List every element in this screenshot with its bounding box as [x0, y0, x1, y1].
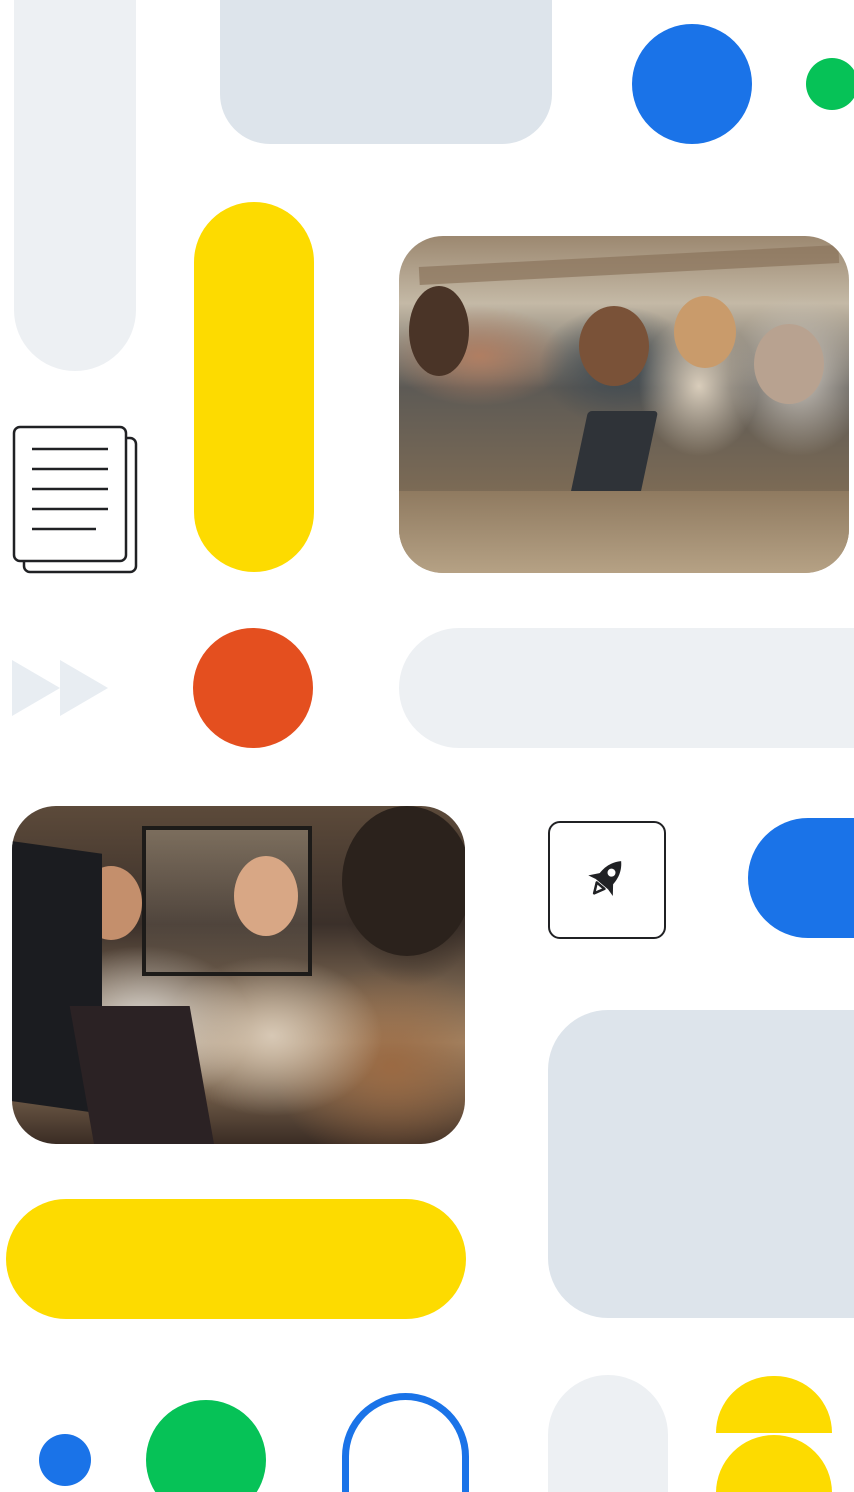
photo-ceiling-beam	[418, 245, 840, 285]
team-collaborating-photo	[399, 236, 849, 573]
yellow-half-circle-top	[716, 1376, 832, 1433]
photo-laptop	[69, 1006, 215, 1144]
rocket-icon	[581, 852, 633, 909]
photo-person-head	[674, 296, 736, 368]
decorative-collage	[0, 0, 854, 1492]
yellow-horizontal-pill	[6, 1199, 466, 1319]
blue-circle	[632, 24, 752, 144]
photo-person-head	[234, 856, 298, 936]
blue-dot	[39, 1434, 91, 1486]
photo-person-head	[754, 324, 824, 404]
photo-person-head	[579, 306, 649, 386]
gray-vertical-pill	[14, 0, 136, 371]
gray-rounded-block-top	[220, 0, 552, 144]
orange-circle	[193, 628, 313, 748]
green-dot	[806, 58, 854, 110]
fast-forward-icon	[12, 660, 108, 716]
gray-arch	[548, 1375, 668, 1492]
document-icon	[12, 425, 140, 575]
photo-person-head	[342, 806, 465, 956]
photo-person-head	[409, 286, 469, 376]
yellow-vertical-pill	[194, 202, 314, 572]
blue-outline-arch	[342, 1393, 469, 1492]
rocket-tile	[548, 821, 666, 939]
photo-table	[399, 491, 849, 573]
gray-horizontal-pill	[399, 628, 854, 748]
photo-laptop	[569, 411, 659, 496]
office-coworkers-photo	[12, 806, 465, 1144]
gray-rounded-block-large	[548, 1010, 854, 1318]
blue-pill	[748, 818, 854, 938]
green-circle	[146, 1400, 266, 1492]
yellow-half-circle-bottom	[716, 1435, 832, 1492]
